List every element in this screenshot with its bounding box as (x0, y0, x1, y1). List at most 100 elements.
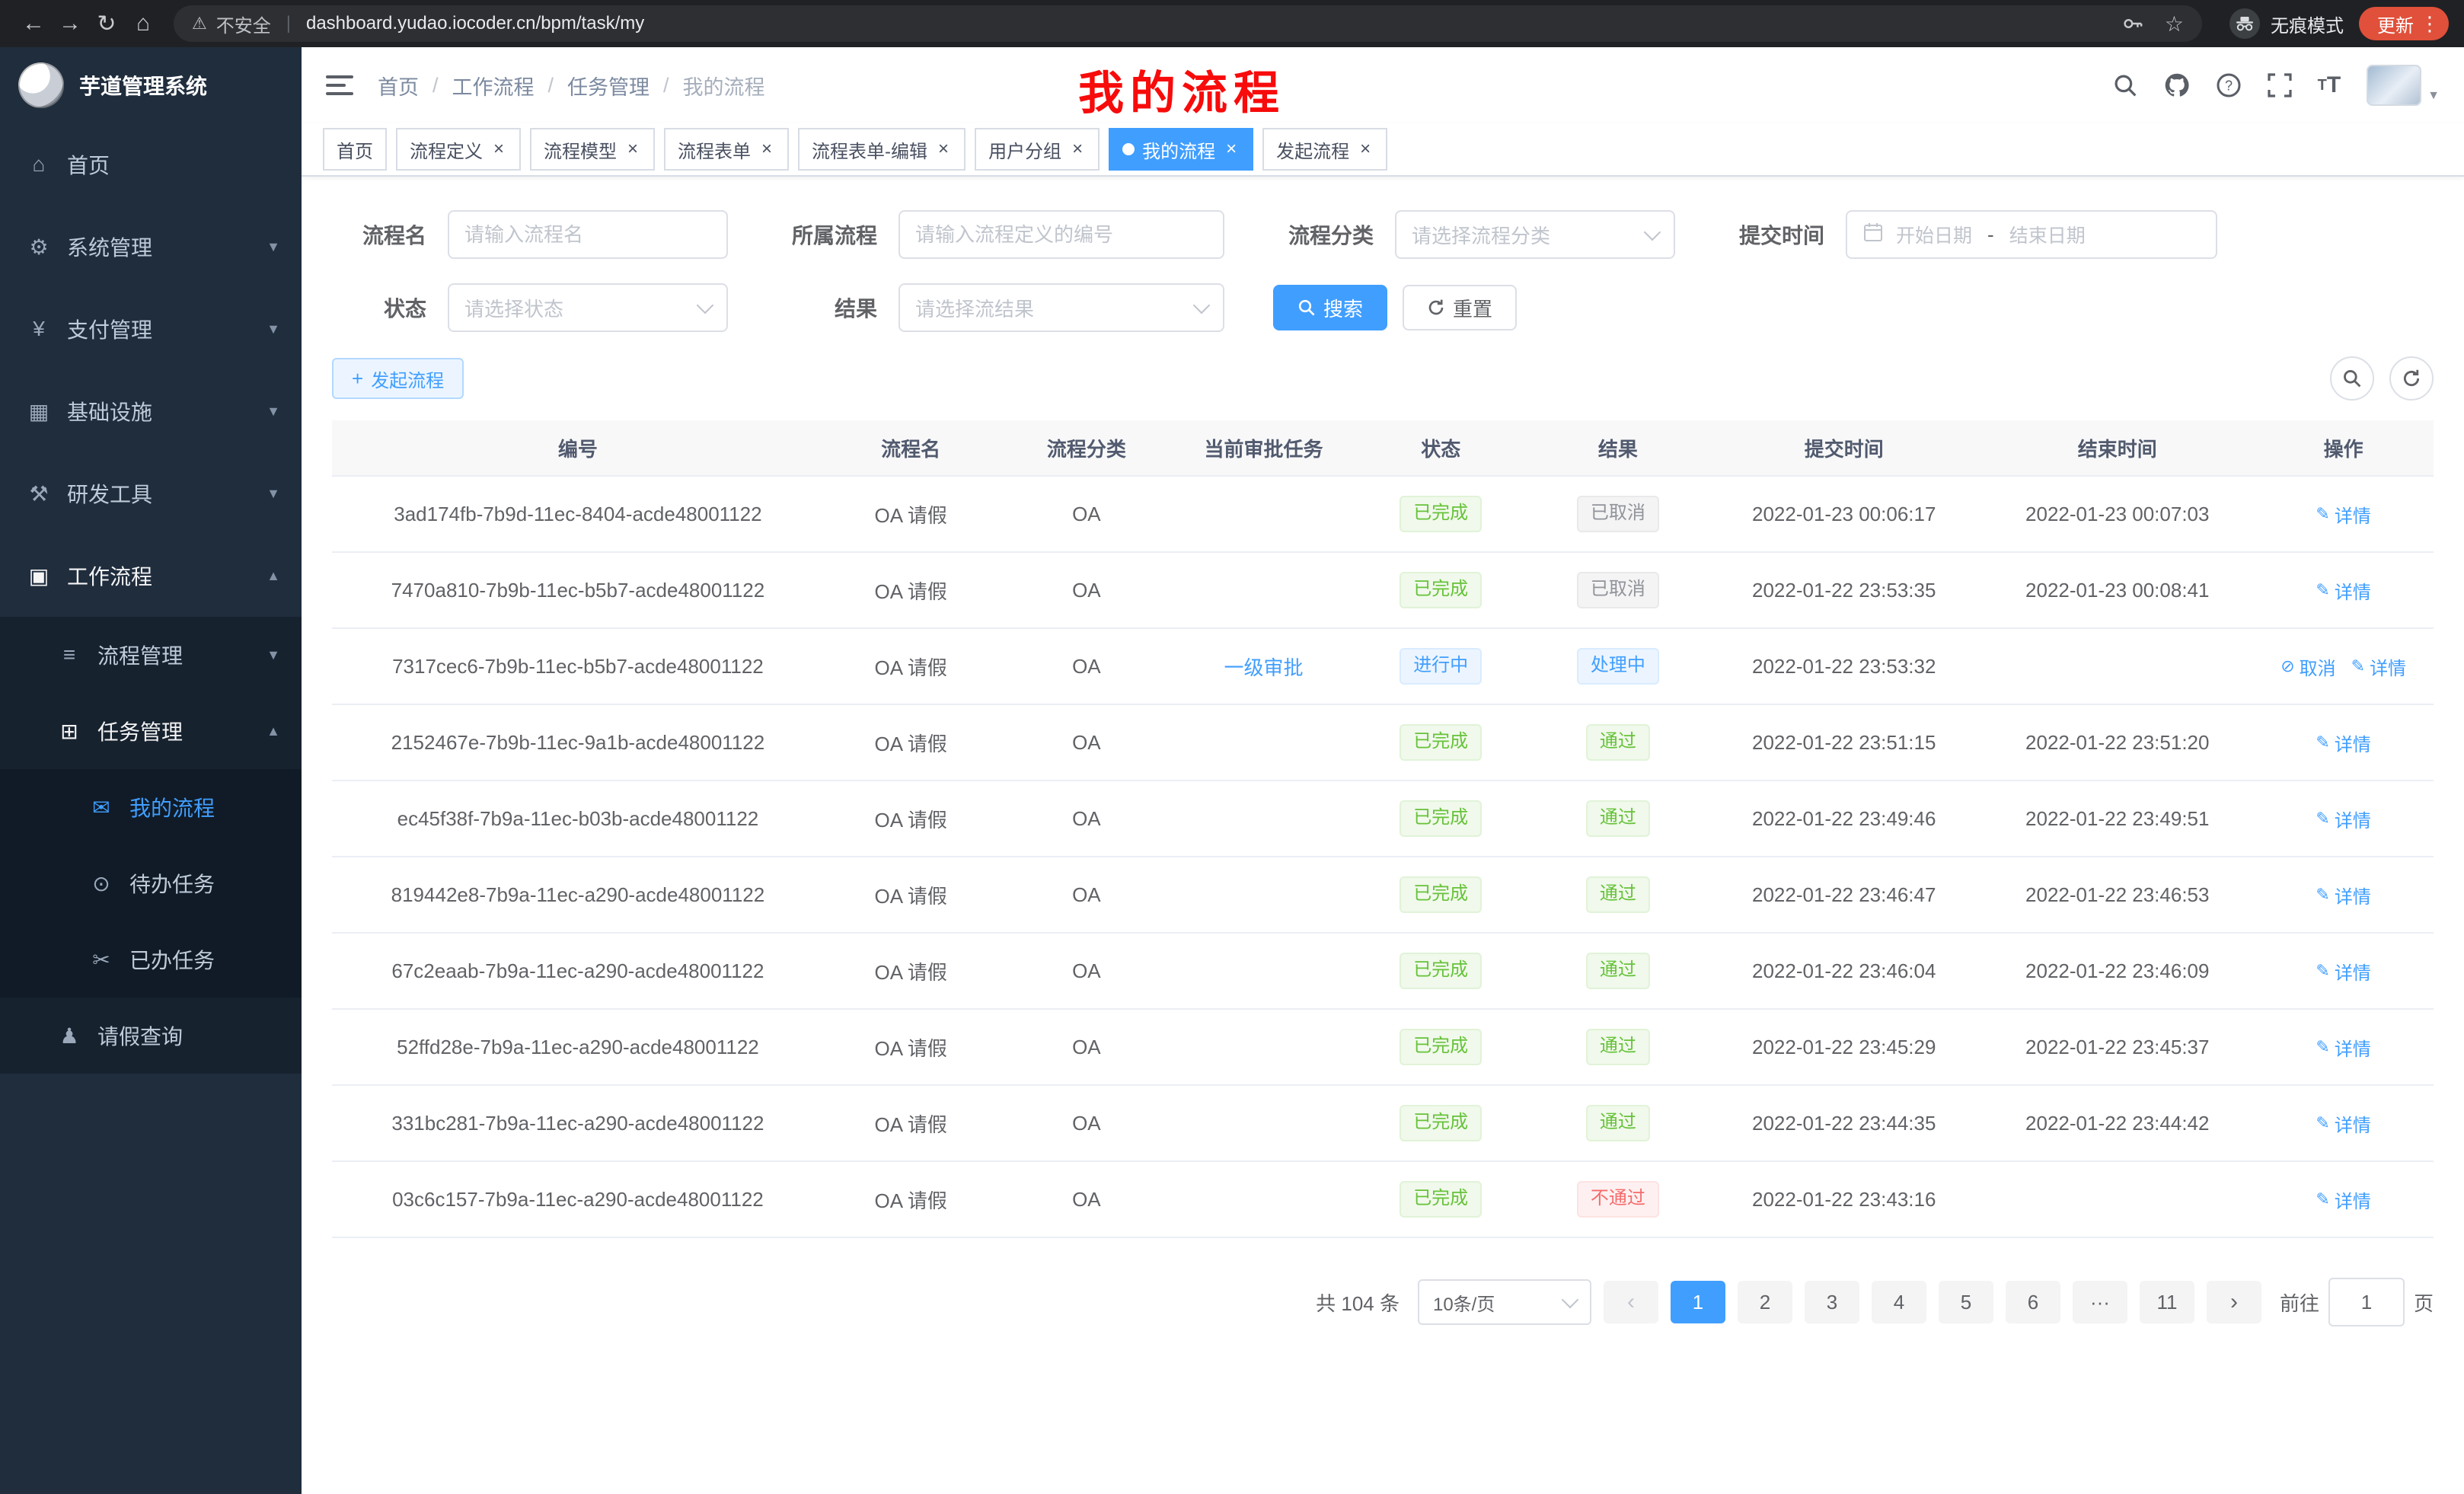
tab-home[interactable]: 首页 (323, 128, 387, 171)
prev-page-button[interactable]: ‹ (1604, 1281, 1658, 1323)
status-badge: 已完成 (1400, 496, 1482, 532)
toggle-search-button[interactable] (2330, 356, 2374, 401)
cell-task (1175, 704, 1352, 781)
back-button[interactable]: ← (15, 5, 52, 42)
page-size-select[interactable]: 10条/页 (1418, 1279, 1591, 1325)
goto-page-input[interactable] (2328, 1278, 2405, 1326)
page-button-1[interactable]: 1 (1671, 1281, 1725, 1323)
forward-button[interactable]: → (52, 5, 88, 42)
detail-button[interactable]: ✎详情 (2316, 958, 2370, 985)
bookmark-star-icon[interactable]: ☆ (2165, 11, 2184, 37)
detail-button[interactable]: ✎详情 (2316, 577, 2370, 604)
grid-icon: ⊞ (56, 719, 82, 744)
update-button[interactable]: 更新 ⋮ (2359, 7, 2449, 40)
user-avatar-dropdown[interactable]: ▼ (2367, 65, 2440, 106)
sidebar-item-system[interactable]: ⚙系统管理▼ (0, 206, 302, 288)
sidebar-item-todo-task[interactable]: ⊙待办任务 (0, 845, 302, 921)
page-button-4[interactable]: 4 (1872, 1281, 1926, 1323)
date-separator: - (1987, 223, 1994, 247)
help-icon[interactable]: ? (2216, 72, 2242, 98)
submit-time-range-picker[interactable]: 开始日期 - 结束日期 (1846, 210, 2217, 259)
edit-icon: ✎ (2316, 961, 2329, 981)
cancel-button[interactable]: ⊘取消 (2280, 653, 2335, 680)
page-ellipsis[interactable]: ··· (2073, 1281, 2127, 1323)
sidebar-logo[interactable]: 芋道管理系统 (0, 47, 302, 123)
search-button[interactable]: 搜索 (1273, 285, 1387, 330)
detail-button[interactable]: ✎详情 (2316, 501, 2370, 528)
breadcrumb-item[interactable]: 任务管理 (567, 71, 650, 101)
tab-user-group[interactable]: 用户分组× (975, 128, 1100, 171)
detail-button[interactable]: ✎详情 (2316, 882, 2370, 908)
home-button[interactable]: ⌂ (125, 5, 161, 42)
action-label: 取消 (2300, 653, 2336, 680)
browser-menu-icon[interactable]: ⋮ (2420, 12, 2440, 36)
close-icon[interactable]: × (935, 139, 952, 160)
sidebar-item-my-process[interactable]: ✉我的流程 (0, 769, 302, 845)
sidebar-item-home[interactable]: ⌂首页 (0, 123, 302, 206)
page-button-2[interactable]: 2 (1738, 1281, 1792, 1323)
tab-start-process[interactable]: 发起流程× (1262, 128, 1387, 171)
page-button-3[interactable]: 3 (1805, 1281, 1859, 1323)
category-select[interactable]: 请选择流程分类 (1395, 210, 1675, 259)
close-icon[interactable]: × (1069, 139, 1086, 160)
security-label[interactable]: 不安全 (216, 11, 271, 37)
detail-button[interactable]: ✎详情 (2316, 1110, 2370, 1137)
sidebar-item-leave-query[interactable]: ♟请假查询 (0, 998, 302, 1074)
detail-button[interactable]: ✎详情 (2316, 806, 2370, 832)
reset-button[interactable]: 重置 (1403, 285, 1517, 330)
sidebar-item-workflow[interactable]: ▣工作流程▲ (0, 535, 302, 617)
cell-name: OA 请假 (824, 1161, 998, 1237)
close-icon[interactable]: × (1223, 139, 1240, 160)
page-button-5[interactable]: 5 (1939, 1281, 1993, 1323)
sidebar-item-task-mgmt[interactable]: ⊞任务管理▲ (0, 693, 302, 769)
tab-process-model[interactable]: 流程模型× (530, 128, 655, 171)
breadcrumb-item[interactable]: 首页 (378, 71, 419, 101)
font-size-icon[interactable]: TT (2318, 72, 2341, 98)
cell-category: OA (998, 704, 1176, 781)
sidebar-item-infrastructure[interactable]: ▦基础设施▼ (0, 370, 302, 452)
sidebar-item-label: 系统管理 (67, 231, 152, 262)
process-name-input[interactable] (448, 210, 728, 259)
result-select[interactable]: 请选择流结果 (898, 283, 1224, 332)
address-bar[interactable]: ⚠ 不安全 | dashboard.yudao.iocoder.cn/bpm/t… (174, 5, 2202, 42)
task-link[interactable]: 一级审批 (1224, 656, 1304, 679)
next-page-button[interactable]: › (2207, 1281, 2261, 1323)
url-text[interactable]: dashboard.yudao.iocoder.cn/bpm/task/my (306, 13, 644, 34)
page-button-6[interactable]: 6 (2006, 1281, 2060, 1323)
refresh-button[interactable] (2389, 356, 2434, 401)
sidebar-item-process-mgmt[interactable]: ≡流程管理▼ (0, 617, 302, 693)
reload-button[interactable]: ↻ (88, 5, 125, 42)
end-date-placeholder: 结束日期 (2009, 221, 2086, 248)
sidebar-item-devtools[interactable]: ⚒研发工具▼ (0, 452, 302, 535)
page-button-11[interactable]: 11 (2140, 1281, 2194, 1323)
status-select[interactable]: 请选择状态 (448, 283, 728, 332)
tab-process-form-edit[interactable]: 流程表单-编辑× (798, 128, 965, 171)
start-process-button[interactable]: + 发起流程 (332, 358, 464, 399)
hamburger-icon[interactable] (326, 75, 353, 95)
sidebar-item-payment[interactable]: ¥支付管理▼ (0, 288, 302, 370)
tab-process-definition[interactable]: 流程定义 × (396, 128, 521, 171)
search-icon[interactable] (2112, 72, 2138, 98)
close-icon[interactable]: × (1357, 139, 1374, 160)
github-icon[interactable] (2164, 72, 2190, 98)
detail-button[interactable]: ✎详情 (2351, 653, 2406, 680)
tab-label: 流程定义 (410, 136, 483, 163)
fullscreen-icon[interactable] (2268, 73, 2292, 97)
detail-button[interactable]: ✎详情 (2316, 729, 2370, 756)
cell-submit-time: 2022-01-22 23:45:29 (1706, 1009, 1981, 1085)
detail-button[interactable]: ✎详情 (2316, 1034, 2370, 1061)
tags-view: 首页流程定义×流程模型×流程表单×流程表单-编辑×用户分组×我的流程×发起流程× (302, 123, 2464, 177)
tab-my-process[interactable]: 我的流程× (1109, 128, 1253, 171)
close-icon[interactable]: × (758, 139, 775, 160)
process-definition-input[interactable] (898, 210, 1224, 259)
page-size-value: 10条/页 (1433, 1289, 1495, 1316)
cell-name: OA 请假 (824, 781, 998, 857)
close-icon[interactable]: × (490, 139, 507, 160)
sidebar-item-done-task[interactable]: ✂已办任务 (0, 921, 302, 998)
avatar[interactable] (2367, 65, 2421, 106)
tab-process-form[interactable]: 流程表单× (664, 128, 789, 171)
key-icon[interactable] (2122, 13, 2143, 34)
detail-button[interactable]: ✎详情 (2316, 1186, 2370, 1213)
close-icon[interactable]: × (624, 139, 641, 160)
breadcrumb-item[interactable]: 工作流程 (452, 71, 535, 101)
